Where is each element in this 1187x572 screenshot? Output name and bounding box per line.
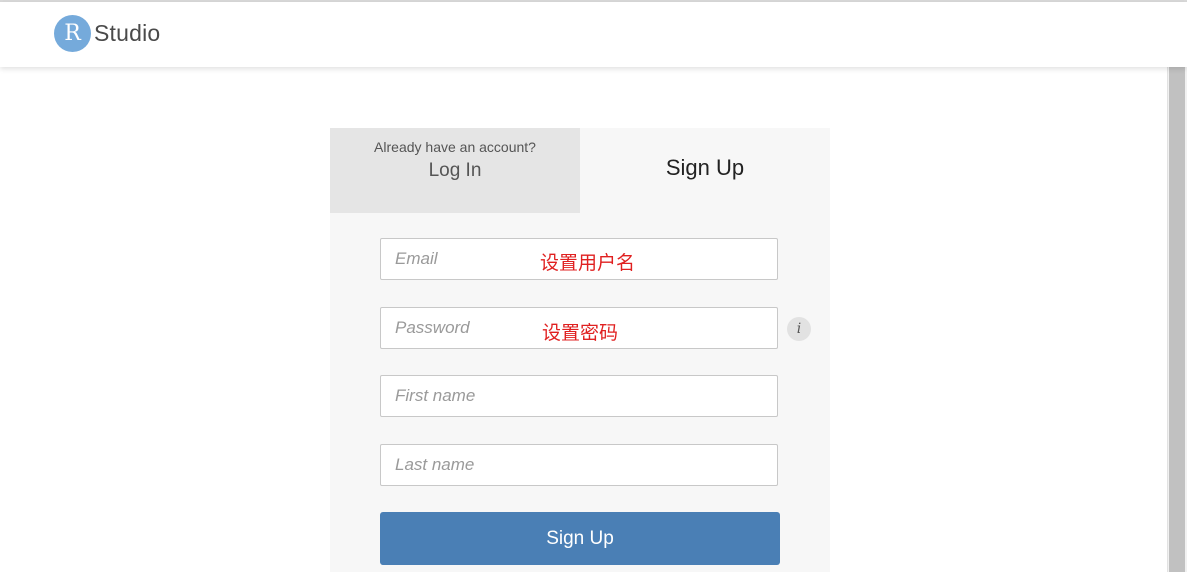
email-field[interactable]: [380, 238, 778, 280]
rstudio-logo-icon: R: [54, 15, 91, 52]
rstudio-logo[interactable]: R Studio: [54, 15, 160, 52]
page: R Studio Already have an account? Log In…: [0, 0, 1187, 572]
page-scrollbar[interactable]: [1167, 67, 1187, 572]
password-field[interactable]: [380, 307, 778, 349]
info-icon[interactable]: i: [787, 317, 811, 341]
tab-signup[interactable]: Sign Up: [580, 128, 830, 213]
signup-card: Already have an account? Log In Sign Up …: [330, 128, 830, 572]
scrollbar-thumb[interactable]: [1169, 67, 1185, 572]
logo-text: Studio: [94, 20, 161, 46]
signup-tab-label: Sign Up: [665, 155, 745, 180]
login-hint: Already have an account?: [374, 139, 536, 155]
login-tab-label: Log In: [428, 160, 482, 181]
first-name-field[interactable]: [380, 375, 778, 417]
header: R Studio: [0, 2, 1187, 67]
last-name-field[interactable]: [380, 444, 778, 486]
signup-button[interactable]: Sign Up: [380, 512, 780, 565]
tab-login[interactable]: Already have an account? Log In: [330, 128, 580, 213]
